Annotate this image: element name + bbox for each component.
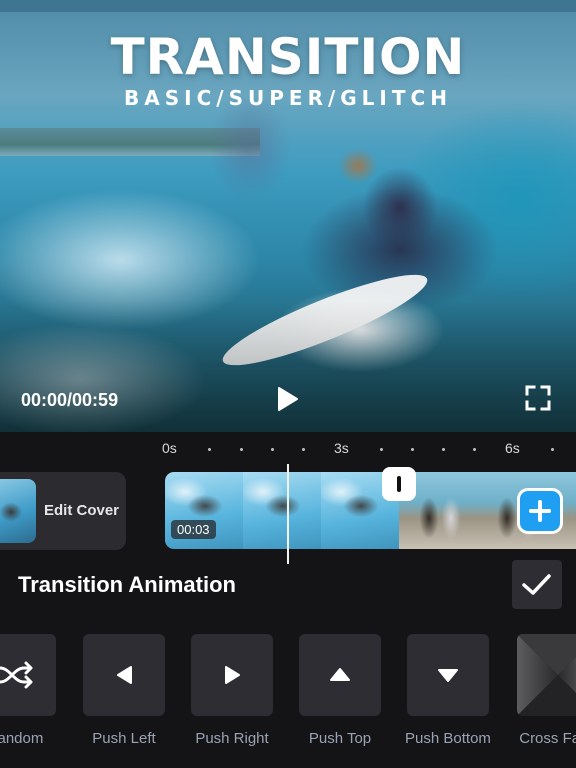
- option-tile: [0, 634, 56, 716]
- triangle-down-icon: [438, 669, 458, 682]
- transition-option-push-left[interactable]: Push Left: [83, 634, 165, 747]
- ruler-dot: [271, 448, 274, 451]
- ruler-dot: [240, 448, 243, 451]
- clip-strip[interactable]: [165, 472, 576, 549]
- checkmark-icon: [522, 574, 551, 595]
- ruler-dot: [302, 448, 305, 451]
- status-bar: [0, 0, 576, 12]
- fullscreen-icon: [525, 385, 551, 411]
- transition-option-cross-fade[interactable]: Cross Fade: [517, 634, 576, 747]
- ruler-dot: [411, 448, 414, 451]
- edit-cover-label: Edit Cover: [44, 502, 120, 519]
- transition-option-push-bottom[interactable]: Push Bottom: [405, 634, 491, 747]
- triangle-up-icon: [330, 668, 350, 681]
- option-tile: [191, 634, 273, 716]
- option-tile: [299, 634, 381, 716]
- option-label: Push Left: [92, 730, 156, 747]
- video-preview[interactable]: TRANSITION BASIC/SUPER/GLITCH 00:00/00:5…: [0, 0, 576, 432]
- clip-duration-badge: 00:03: [171, 520, 216, 539]
- option-label: Cross Fade: [519, 730, 576, 747]
- option-label: Push Top: [308, 730, 372, 747]
- triangle-left-icon: [117, 666, 132, 684]
- play-icon: [278, 387, 298, 411]
- timeline-ruler[interactable]: 0s 3s 6s: [0, 432, 576, 462]
- preview-title: TRANSITION: [110, 28, 466, 86]
- panel-title: Transition Animation: [18, 572, 236, 597]
- shuffle-icon: [0, 661, 33, 689]
- ruler-dot: [551, 448, 554, 451]
- fullscreen-button[interactable]: [524, 384, 552, 412]
- option-label: Push Bottom: [405, 730, 491, 747]
- cross-fade-icon: [517, 634, 576, 716]
- option-label: Push Right: [195, 730, 269, 747]
- transition-option-push-top[interactable]: Push Top: [299, 634, 381, 747]
- ruler-dot: [442, 448, 445, 451]
- option-tile: [83, 634, 165, 716]
- ruler-label-6s: 6s: [505, 440, 520, 456]
- edit-cover-button[interactable]: Edit Cover: [0, 472, 126, 550]
- play-button[interactable]: [272, 384, 302, 414]
- transition-marker-icon: [397, 476, 401, 492]
- option-tile: [517, 634, 576, 716]
- ruler-dot: [473, 448, 476, 451]
- ruler-dot: [380, 448, 383, 451]
- preview-surfer: [330, 148, 450, 278]
- add-clip-button[interactable]: [517, 488, 563, 534]
- ruler-label-3s: 3s: [334, 440, 349, 456]
- triangle-right-icon: [225, 666, 240, 684]
- ruler-dot: [208, 448, 211, 451]
- playhead[interactable]: [287, 464, 289, 564]
- time-readout: 00:00/00:59: [21, 390, 119, 410]
- transition-option-push-right[interactable]: Push Right: [191, 634, 273, 747]
- ruler-label-0s: 0s: [162, 440, 177, 456]
- preview-ghost-surfer: [195, 88, 305, 248]
- preview-subtitle: BASIC/SUPER/GLITCH: [124, 86, 452, 110]
- transition-marker-button[interactable]: [382, 467, 416, 501]
- cover-thumbnail: [0, 479, 36, 543]
- transition-option-random[interactable]: Random: [0, 634, 56, 747]
- clip-frame: [243, 472, 321, 549]
- option-tile: [407, 634, 489, 716]
- confirm-button[interactable]: [512, 560, 562, 609]
